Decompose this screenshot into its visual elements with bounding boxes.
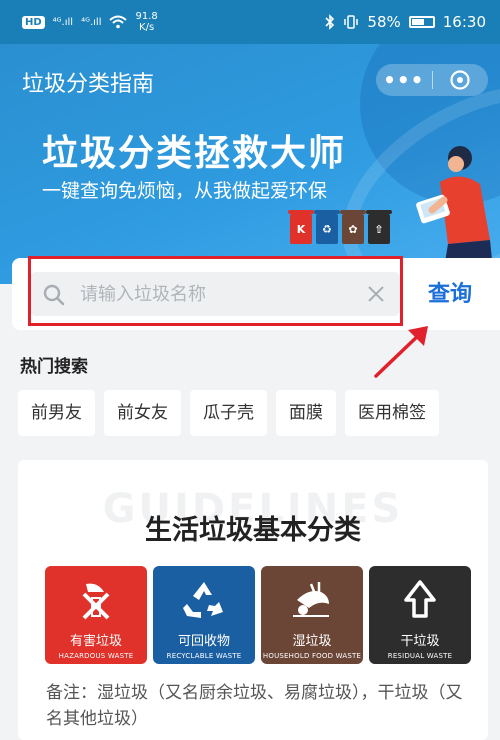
hot-search-chip[interactable]: 瓜子壳 (190, 390, 267, 436)
banner-subline: 一键查询免烦恼，从我做起爱环保 (42, 180, 328, 202)
hot-search-list: 前男友 前女友 瓜子壳 面膜 医用棉签 (18, 390, 439, 436)
close-button[interactable] (433, 69, 489, 91)
residual-waste-icon (404, 580, 436, 618)
category-name: 可回收物 (177, 634, 230, 649)
search-icon (43, 284, 65, 306)
food-bin-icon: ✿ (340, 210, 366, 244)
hot-search-chip[interactable]: 医用棉签 (345, 390, 439, 436)
hot-search-chip[interactable]: 前女友 (104, 390, 181, 436)
clear-icon[interactable] (366, 284, 386, 304)
category-recyclable[interactable]: 可回收物 RECYCLABLE WASTE (153, 566, 255, 664)
more-button[interactable]: ••• (376, 64, 432, 96)
category-list: 有害垃圾 HAZARDOUS WASTE 可回收物 RECYCLABLE WAS… (45, 566, 471, 664)
signal-icon: ⁴ᴳ.ıll (52, 16, 74, 28)
hazardous-bin-icon: K (288, 210, 314, 244)
query-button[interactable]: 查询 (428, 276, 472, 308)
search-input[interactable] (80, 272, 360, 316)
red-arrow-annotation (374, 326, 428, 378)
status-right: 58% 16:30 (325, 13, 486, 31)
vibrate-icon (344, 15, 359, 29)
wifi-icon (109, 15, 128, 29)
bluetooth-icon (325, 14, 335, 30)
battery-percent: 58% (367, 13, 401, 31)
hot-search-chip[interactable]: 前男友 (18, 390, 95, 436)
signal-icon: ⁴ᴳ.ıll (81, 16, 102, 28)
mini-program-capsule: ••• (376, 64, 488, 96)
close-target-icon (450, 70, 470, 90)
hot-search-title: 热门搜索 (20, 357, 88, 377)
hd-badge: HD (22, 15, 45, 29)
app-title: 垃圾分类指南 (22, 72, 155, 97)
network-speed: 91.8 K/s (135, 11, 157, 33)
hot-search-chip[interactable]: 面膜 (276, 390, 336, 436)
status-left: HD ⁴ᴳ.ıll ⁴ᴳ.ıll 91.8 K/s (22, 11, 158, 33)
category-residual[interactable]: 干垃圾 RESIDUAL WASTE (369, 566, 471, 664)
category-english: HAZARDOUS WASTE (58, 652, 134, 660)
trash-bins-illustration: K ♻ ✿ ⇧ (288, 210, 392, 244)
clock: 16:30 (442, 13, 486, 31)
category-name: 干垃圾 (400, 634, 440, 649)
category-name: 有害垃圾 (69, 634, 122, 649)
classification-guide-card: GUIDELINES 生活垃圾基本分类 有害垃圾 HAZARDOUS WASTE (18, 460, 488, 740)
recycle-icon (183, 582, 223, 618)
category-english: HOUSEHOLD FOOD WASTE (262, 652, 362, 660)
residual-bin-icon: ⇧ (366, 210, 392, 244)
battery-icon (408, 16, 435, 28)
category-english: RESIDUAL WASTE (387, 652, 453, 660)
status-bar: HD ⁴ᴳ.ıll ⁴ᴳ.ıll 91.8 K/s 58% 16:30 (0, 0, 500, 44)
category-hazardous[interactable]: 有害垃圾 HAZARDOUS WASTE (45, 566, 147, 664)
classification-note: 备注：湿垃圾（又名厨余垃圾、易腐垃圾），干垃圾（又名其他垃圾） (46, 683, 463, 729)
hero-banner: 垃圾分类指南 ••• 垃圾分类拯救大师 一键查询免烦恼，从我做起爱环保 K ♻ … (0, 44, 500, 284)
guide-title: 生活垃圾基本分类 (145, 515, 361, 546)
category-name: 湿垃圾 (292, 634, 332, 649)
search-box[interactable] (30, 272, 400, 316)
recycle-bin-icon: ♻ (314, 210, 340, 244)
food-waste-icon (293, 582, 329, 617)
network-speed-value: 91.8 (135, 11, 158, 22)
category-english: RECYCLABLE WASTE (166, 652, 242, 660)
hazardous-waste-icon (82, 583, 110, 620)
banner-headline: 垃圾分类拯救大师 (42, 133, 347, 174)
network-speed-unit: K/s (139, 22, 155, 33)
category-household-food[interactable]: 湿垃圾 HOUSEHOLD FOOD WASTE (261, 566, 363, 664)
